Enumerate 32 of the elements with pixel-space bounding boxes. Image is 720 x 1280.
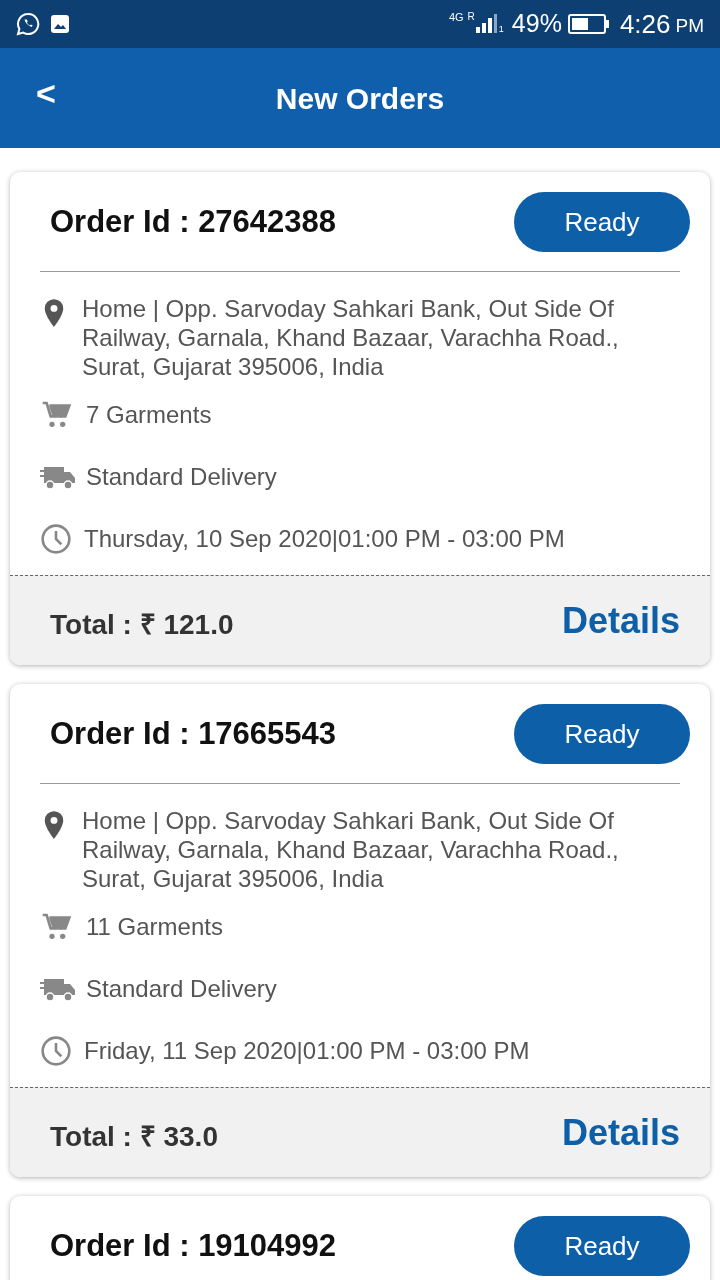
clock-icon [40,523,72,555]
page-title: New Orders [275,80,445,117]
back-button[interactable]: < [36,76,56,110]
details-link[interactable]: Details [561,593,680,648]
roaming-indicator: R [467,12,475,22]
chat-bubble-icon [16,12,40,36]
delivery-slot: Friday, 11 Sep 2020|01:00 PM - 03:00 PM [84,1033,530,1069]
delivery-address: Home | Opp. Sarvoday Sahkari Bank, Out Side Of Railway, Garnala, Khand Bazaar, Varachha Road., Surat, Gujarat 395006, India [82,806,620,893]
clock-period: PM [675,13,704,38]
order-id: Order Id : 27642388 [50,202,337,241]
order-total: Total : ₹ 33.0 [50,1119,218,1154]
delivery-type: Standard Delivery [86,462,277,492]
signal-icon [474,14,497,34]
order-id: Order Id : 17665543 [50,714,337,753]
network-type: 4G [448,12,464,23]
clock-icon [40,1035,72,1067]
status-button[interactable]: Ready [514,192,690,252]
order-total: Total : ₹ 121.0 [50,607,234,642]
image-icon [50,14,70,34]
garment-count: 7 Garments [86,400,212,430]
garment-count: 11 Garments [86,912,223,942]
battery-level: 49% [511,8,562,40]
sim-slot: 1 [498,22,504,36]
status-button[interactable]: Ready [514,1216,690,1276]
clock: 4:26 [619,7,671,41]
order-id: Order Id : 19104992 [50,1226,337,1265]
delivery-address: Home | Opp. Sarvoday Sahkari Bank, Out Side Of Railway, Garnala, Khand Bazaar, Varachha Road., Surat, Gujarat 395006, India [82,294,620,381]
delivery-type: Standard Delivery [86,974,277,1004]
delivery-slot: Thursday, 10 Sep 2020|01:00 PM - 03:00 PM [84,521,565,557]
battery-icon [567,14,610,34]
details-link[interactable]: Details [561,1105,680,1160]
status-button[interactable]: Ready [514,704,690,764]
